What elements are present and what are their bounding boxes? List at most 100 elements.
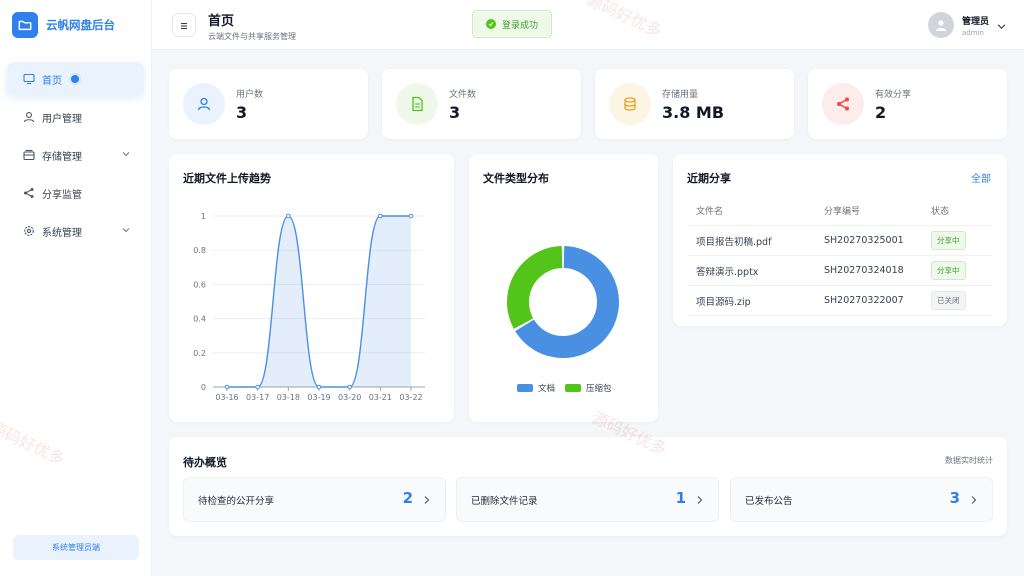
- monitor-icon: [23, 73, 35, 85]
- trend-chart-card: 近期文件上传趋势 0 0.2 0.4 0.6 0.8 1 03-16 03-17 03-18 03…: [169, 154, 454, 422]
- trend-chart: 0 0.2 0.4 0.6 0.8 1 03-16 03-17 03-18 03-19 03-20 0…: [193, 212, 425, 402]
- todo-item-deleted-files[interactable]: 已删除文件记录 1: [456, 477, 719, 522]
- data-point: [408, 213, 414, 219]
- table-row[interactable]: 项目报告初稿.pdf SH20270325001 分享中: [687, 226, 993, 256]
- menu-toggle-button[interactable]: [172, 13, 196, 37]
- x-tick-label: 03-16: [215, 393, 238, 402]
- share-code: SH20270324018: [824, 265, 904, 276]
- legend-label: 文档: [538, 383, 555, 394]
- share-icon: [23, 187, 35, 199]
- chevron-down-icon: [997, 16, 1006, 35]
- toast-text: 登录成功: [501, 20, 538, 31]
- stat-label: 用户数: [236, 90, 264, 100]
- share-code: SH20270325001: [824, 235, 904, 246]
- status-badge: 分享中: [931, 261, 966, 280]
- chevron-right-icon: [970, 495, 978, 508]
- legend-swatch: [565, 384, 581, 392]
- sidebar-item-label: 分享监管: [42, 189, 82, 201]
- todo-item-announcements[interactable]: 已发布公告 3: [730, 477, 993, 522]
- status-badge: 已关闭: [931, 291, 966, 310]
- storage-icon: [23, 149, 35, 161]
- data-point: [255, 384, 260, 390]
- sidebar-item-users[interactable]: 用户管理: [7, 100, 144, 134]
- user-icon: [23, 111, 35, 123]
- todo-note: 数据实时统计: [945, 456, 993, 465]
- user-icon: [183, 83, 225, 125]
- data-point: [378, 213, 383, 219]
- stat-value: 2: [875, 103, 887, 122]
- todo-item-public-shares[interactable]: 待检查的公开分享 2: [183, 477, 446, 522]
- stat-value: 3: [449, 103, 461, 122]
- file-name: 项目报告初稿.pdf: [696, 236, 772, 248]
- brand-name: 云帆网盘后台: [46, 18, 115, 32]
- table-row[interactable]: 项目源码.zip SH20270322007 已关闭: [687, 286, 993, 316]
- data-point: [286, 213, 291, 219]
- x-tick-label: 03-21: [369, 393, 392, 402]
- x-tick-label: 03-18: [277, 393, 300, 402]
- x-tick-label: 03-19: [307, 393, 330, 402]
- file-name: 项目源码.zip: [696, 296, 751, 308]
- stat-value: 3: [236, 103, 248, 122]
- sidebar-item-storage[interactable]: 存储管理: [7, 138, 144, 172]
- share-table: 文件名 分享编号 状态 项目报告初稿.pdf SH20270325001 分享中…: [687, 196, 993, 316]
- x-tick-label: 03-20: [338, 393, 361, 402]
- recent-shares-card: 近期分享 全部 文件名 分享编号 状态 项目报告初稿.pdf SH2027032…: [673, 154, 1007, 326]
- folder-icon: [12, 12, 38, 38]
- stat-card-storage: 存储用量 3.8 MB: [595, 69, 794, 139]
- avatar: [927, 12, 954, 38]
- table-header: 文件名 分享编号 状态: [687, 196, 993, 226]
- todo-count: 3: [949, 489, 960, 507]
- todo-count: 2: [402, 489, 413, 507]
- role-badge: 系统管理员端: [13, 535, 139, 560]
- table-row[interactable]: 答辩演示.pptx SH20270324018 分享中: [687, 256, 993, 286]
- sidebar-item-home[interactable]: 首页: [7, 62, 144, 96]
- data-point: [316, 384, 322, 390]
- todo-card: 待办概览 数据实时统计 待检查的公开分享 2 已删除文件记录 1 已发布公告 3: [169, 437, 1007, 536]
- share-code: SH20270322007: [824, 295, 904, 306]
- y-tick-label: 0.4: [193, 315, 206, 324]
- type-chart-card: 文件类型分布 文档 压缩包: [469, 154, 658, 422]
- stat-label: 有效分享: [875, 90, 912, 100]
- type-chart: 文档 压缩包: [507, 246, 619, 394]
- sidebar: 云帆网盘后台 首页 用户管理 存储管理 分享监管 系统管理 系统管理员端: [0, 0, 152, 576]
- legend-swatch: [517, 384, 533, 392]
- sidebar-item-label: 系统管理: [42, 227, 82, 239]
- sidebar-item-system[interactable]: 系统管理: [7, 214, 144, 248]
- view-all-link[interactable]: 全部: [971, 170, 991, 185]
- database-icon: [609, 83, 651, 125]
- todo-label: 待检查的公开分享: [198, 495, 275, 507]
- pie-slice: [507, 246, 563, 329]
- success-toast: 登录成功: [472, 10, 552, 38]
- status-badge: 分享中: [931, 231, 966, 250]
- y-tick-label: 0.6: [193, 280, 206, 289]
- y-tick-label: 1: [201, 212, 206, 221]
- check-circle-icon: [485, 19, 496, 29]
- todo-label: 已发布公告: [745, 495, 793, 507]
- active-indicator: [69, 73, 81, 85]
- file-icon: [396, 83, 438, 125]
- sidebar-item-label: 用户管理: [42, 113, 82, 125]
- brand[interactable]: 云帆网盘后台: [0, 0, 151, 50]
- y-tick-label: 0: [201, 383, 206, 392]
- sidebar-nav: 首页 用户管理 存储管理 分享监管 系统管理: [0, 62, 151, 248]
- stat-label: 文件数: [449, 90, 477, 100]
- stat-label: 存储用量: [662, 90, 699, 100]
- gear-icon: [23, 225, 35, 237]
- column-header: 文件名: [696, 207, 724, 217]
- user-name: 管理员: [961, 16, 989, 27]
- todo-count: 1: [675, 489, 686, 507]
- chevron-down-icon: [122, 226, 130, 237]
- x-tick-label: 03-17: [246, 393, 269, 402]
- share-icon: [822, 83, 864, 125]
- sidebar-item-label: 首页: [42, 75, 62, 87]
- sidebar-item-share[interactable]: 分享监管: [7, 176, 144, 210]
- sidebar-item-label: 存储管理: [42, 151, 82, 163]
- user-menu[interactable]: 管理员 admin: [927, 12, 1006, 38]
- y-tick-label: 0.8: [193, 246, 206, 255]
- legend-label: 压缩包: [586, 383, 612, 394]
- x-tick-label: 03-22: [399, 393, 422, 402]
- column-header: 分享编号: [824, 207, 861, 217]
- column-header: 状态: [931, 207, 950, 217]
- chevron-down-icon: [122, 150, 130, 161]
- stat-card-files: 文件数 3: [382, 69, 581, 139]
